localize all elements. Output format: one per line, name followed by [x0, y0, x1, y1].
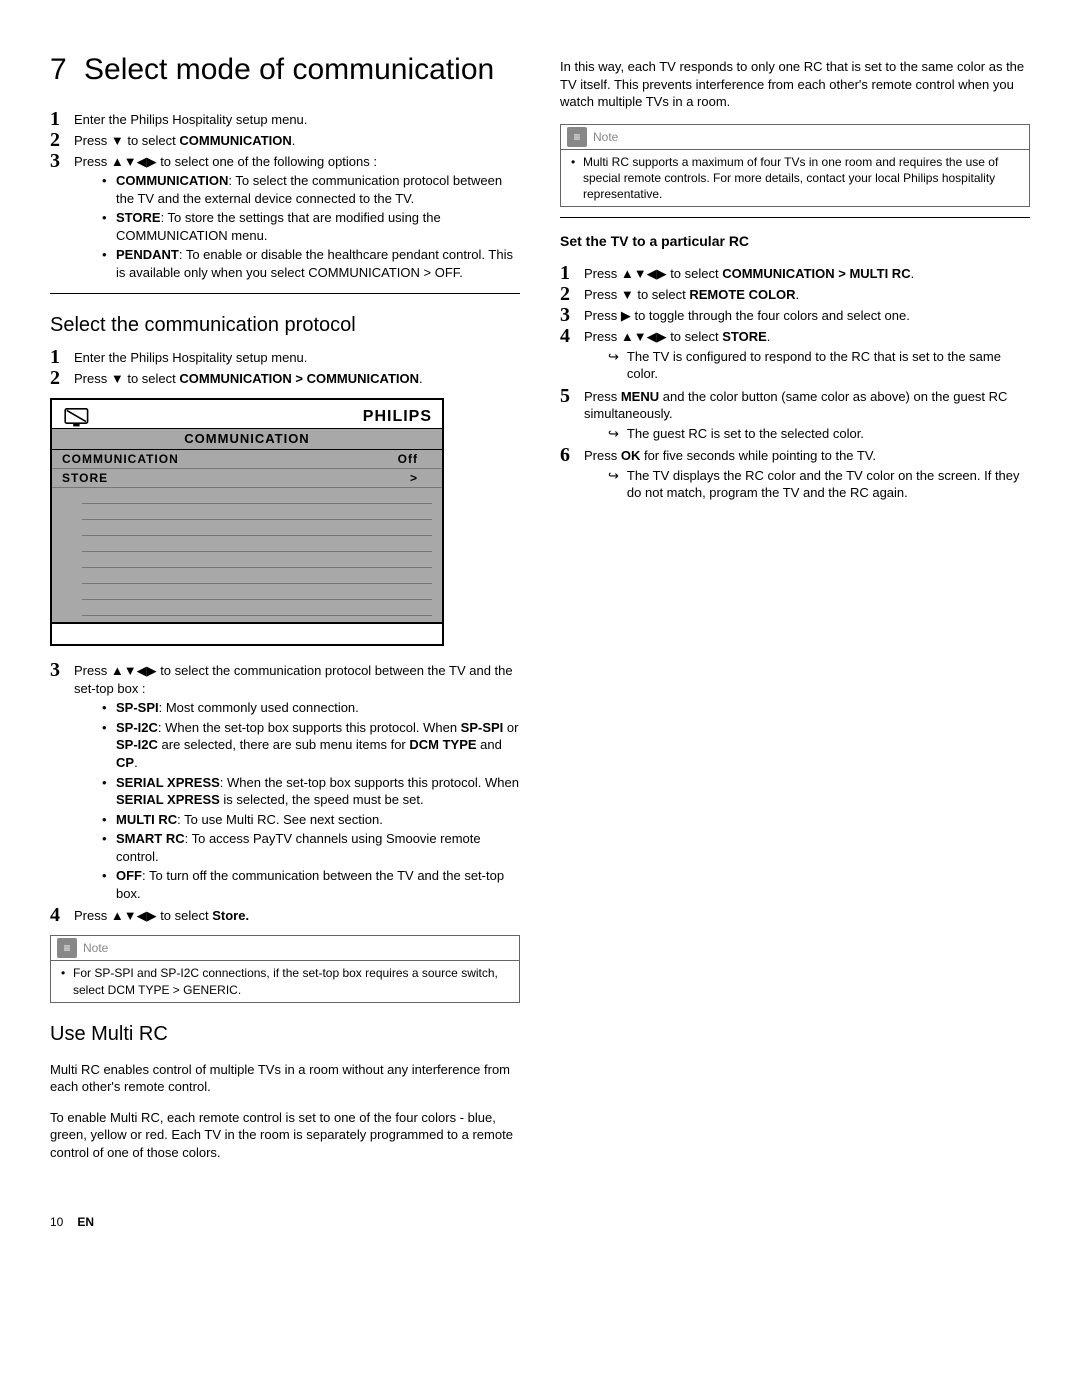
- note-icon: ≡: [567, 127, 587, 147]
- steps-list: 3Press ▲▼◀▶ to select the communication …: [50, 660, 520, 925]
- note-box: ≡Note Multi RC supports a maximum of fou…: [560, 124, 1030, 208]
- divider: [560, 217, 1030, 218]
- intro-steps: 1Enter the Philips Hospitality setup men…: [50, 109, 520, 284]
- note-text: For SP-SPI and SP-I2C connections, if th…: [59, 965, 511, 997]
- paragraph: Multi RC enables control of multiple TVs…: [50, 1061, 520, 1096]
- note-text: Multi RC supports a maximum of four TVs …: [569, 154, 1021, 203]
- section-heading: Select the communication protocol: [50, 312, 520, 339]
- paragraph: To enable Multi RC, each remote control …: [50, 1109, 520, 1162]
- steps-list: 1Press ▲▼◀▶ to select COMMUNICATION > MU…: [560, 263, 1030, 504]
- section-heading: Use Multi RC: [50, 1021, 520, 1048]
- steps-list: 1Enter the Philips Hospitality setup men…: [50, 347, 520, 388]
- divider: [50, 293, 520, 294]
- menu-title: COMMUNICATION: [52, 428, 442, 450]
- chapter-heading: 7Select mode of communication: [50, 50, 520, 91]
- brand-label: PHILIPS: [363, 406, 432, 428]
- menu-screenshot: PHILIPS COMMUNICATION COMMUNICATIONOffST…: [50, 398, 444, 646]
- subsection-heading: Set the TV to a particular RC: [560, 232, 1030, 251]
- tv-icon: [62, 404, 94, 428]
- page-footer: 10EN: [50, 1214, 1030, 1230]
- note-box: ≡Note For SP-SPI and SP-I2C connections,…: [50, 935, 520, 1002]
- note-icon: ≡: [57, 938, 77, 958]
- paragraph: In this way, each TV responds to only on…: [560, 58, 1030, 111]
